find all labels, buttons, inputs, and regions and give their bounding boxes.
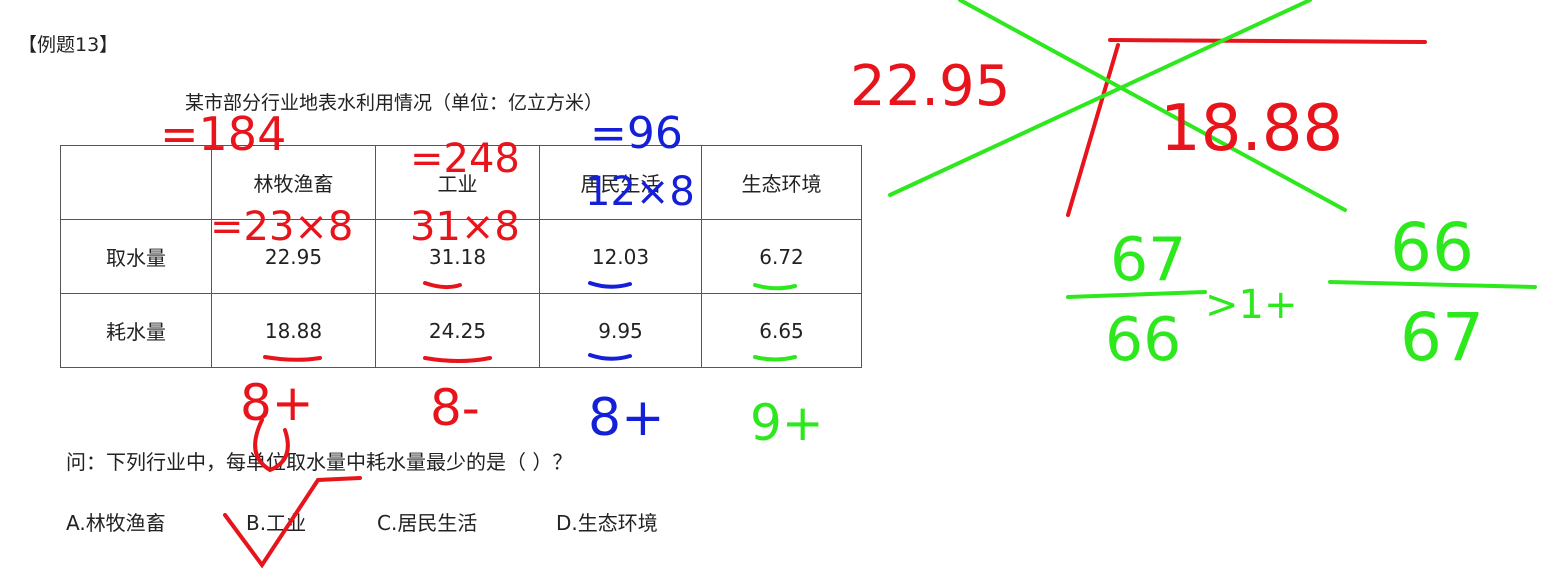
note: 67 (1400, 299, 1484, 376)
table-row: 耗水量 18.88 24.25 9.95 6.65 (60, 293, 862, 368)
table-cell: 31.18 (375, 219, 540, 294)
table-cell: 22.95 (211, 219, 376, 294)
note: 18.88 (1160, 92, 1343, 166)
table-cell: 12.03 (539, 219, 702, 294)
note: 8- (430, 379, 480, 437)
note: 8+ (240, 374, 314, 432)
table-header-row: 林牧渔畜 工业 居民生活 生态环境 (60, 145, 862, 220)
note: 9+ (750, 394, 824, 452)
note: >1+ (1205, 282, 1297, 328)
option-a[interactable]: A.林牧渔畜 (66, 507, 166, 536)
question-text: 问：下列行业中，每单位取水量中耗水量最少的是（ ）？ (66, 450, 573, 474)
header-cell: 生态环境 (701, 145, 862, 220)
table-cell: 6.72 (701, 219, 862, 294)
header-cell: 林牧渔畜 (211, 145, 376, 220)
header-cell: 居民生活 (539, 145, 702, 220)
option-b[interactable]: B.工业 (246, 507, 306, 536)
table-cell: 9.95 (539, 293, 702, 368)
note: 22.95 (850, 54, 1010, 119)
note: 67 (1110, 225, 1186, 295)
table-row: 取水量 22.95 31.18 12.03 6.72 (60, 219, 862, 294)
note: 8+ (588, 388, 665, 448)
option-c[interactable]: C.居民生活 (377, 507, 477, 536)
row-label: 耗水量 (60, 293, 212, 368)
green-ink-strokes (753, 0, 1537, 362)
row-label: 取水量 (60, 219, 212, 294)
example-label: 【例题13】 (18, 34, 119, 56)
note: 66 (1390, 209, 1474, 286)
note: 66 (1105, 305, 1181, 375)
header-cell (60, 145, 212, 220)
table-cell: 6.65 (701, 293, 862, 368)
option-d[interactable]: D.生态环境 (556, 507, 658, 536)
water-usage-table: 林牧渔畜 工业 居民生活 生态环境 取水量 22.95 31.18 12.03 … (60, 145, 862, 368)
table-cell: 24.25 (375, 293, 540, 368)
header-cell: 工业 (375, 145, 540, 220)
table-cell: 18.88 (211, 293, 376, 368)
table-title: 某市部分行业地表水利用情况（单位：亿立方米） (185, 92, 604, 114)
